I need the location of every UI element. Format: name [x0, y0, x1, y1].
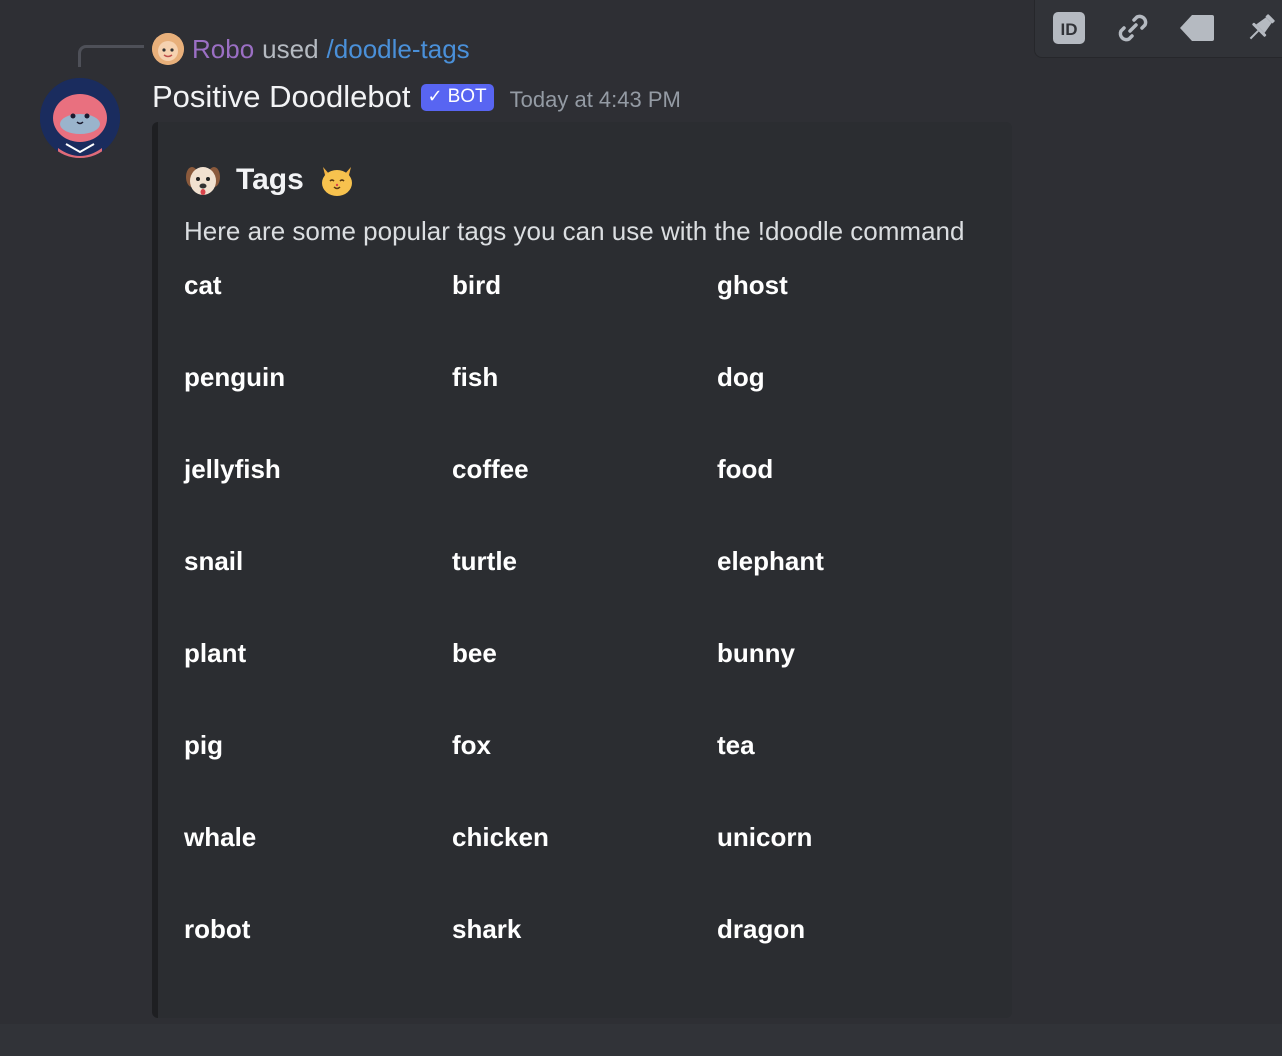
- tag-item: plant: [184, 638, 247, 668]
- tag-item: robot: [184, 914, 251, 944]
- reply-used-text: used: [262, 33, 319, 64]
- message-toolbar: ID: [1034, 0, 1282, 58]
- embed-description: Here are some popular tags you can use w…: [184, 216, 965, 246]
- tag-item: chicken: [452, 822, 549, 852]
- slash-command-link[interactable]: /doodle-tags: [327, 34, 470, 65]
- id-icon[interactable]: ID: [1049, 8, 1089, 48]
- tag-item: elephant: [717, 546, 824, 576]
- embed-title: Tags: [184, 158, 356, 202]
- embed-title-text: Tags: [236, 163, 304, 196]
- tag-item: pig: [184, 730, 223, 760]
- tag-item: cat: [184, 270, 222, 300]
- tag-item: bee: [452, 638, 497, 668]
- tag-item: shark: [452, 914, 522, 944]
- pin-icon[interactable]: [1241, 8, 1281, 48]
- reply-connector: [78, 45, 144, 67]
- tag-item: jellyfish: [184, 454, 281, 484]
- tag-item: bunny: [717, 638, 795, 668]
- tag-item: unicorn: [717, 822, 813, 852]
- composer-edge: [0, 1024, 1282, 1056]
- tag-item: turtle: [452, 546, 517, 576]
- message-header: Positive Doodlebot ✓ BOT Today at 4:43 P…: [152, 76, 681, 118]
- tag-item: snail: [184, 546, 244, 576]
- robo-avatar-icon[interactable]: [152, 33, 184, 65]
- tag-item: penguin: [184, 362, 286, 392]
- tag-item: fox: [452, 730, 491, 760]
- bot-badge-label: BOT: [447, 85, 487, 107]
- tag-item: dragon: [717, 914, 806, 944]
- verified-check-icon: ✓: [427, 86, 443, 106]
- cat-face-icon: [318, 161, 356, 199]
- message-timestamp[interactable]: Today at 4:43 PM: [510, 87, 681, 113]
- link-icon[interactable]: [1113, 8, 1153, 48]
- tag-item: ghost: [717, 270, 788, 300]
- tag-item: tea: [717, 730, 755, 760]
- tags-embed: Tags Here are some popular tags you can …: [152, 122, 1012, 1018]
- tag-item: fish: [452, 362, 499, 392]
- reply-username[interactable]: Robo: [192, 34, 254, 65]
- tag-icon[interactable]: [1177, 8, 1217, 48]
- tag-item: food: [717, 454, 774, 484]
- bot-badge: ✓ BOT: [420, 83, 494, 111]
- tag-item: bird: [452, 270, 502, 300]
- tag-item: dog: [717, 362, 765, 392]
- tag-item: whale: [184, 822, 257, 852]
- dog-face-icon: [184, 161, 222, 199]
- bot-avatar[interactable]: [40, 78, 120, 158]
- author-name[interactable]: Positive Doodlebot: [152, 79, 411, 115]
- tag-item: coffee: [452, 454, 529, 484]
- reply-context[interactable]: Robo used /doodle-tags: [152, 31, 470, 67]
- svg-text:ID: ID: [1061, 20, 1078, 39]
